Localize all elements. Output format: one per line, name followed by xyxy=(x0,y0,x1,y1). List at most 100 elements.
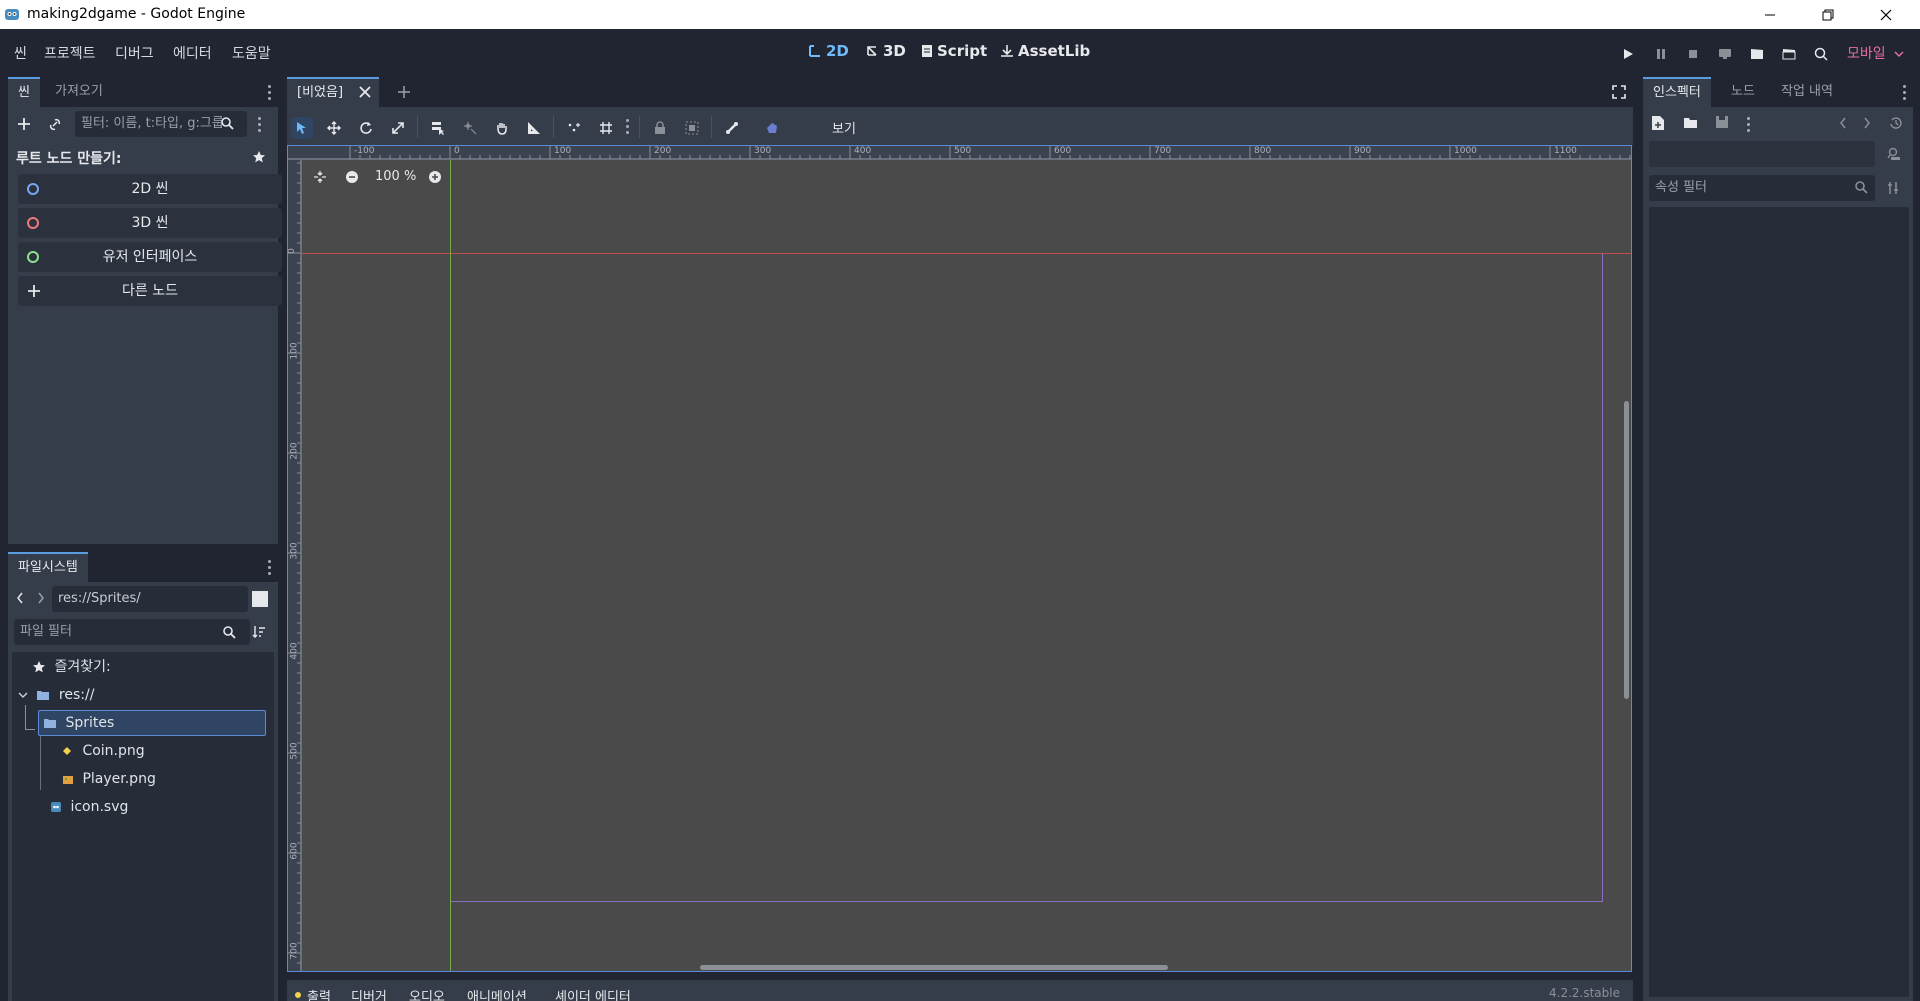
window-title-bar[interactable]: making2dgame - Godot Engine xyxy=(0,0,1920,29)
minimize-button[interactable] xyxy=(1742,0,1798,29)
scene-dock-menu-icon[interactable] xyxy=(268,85,272,103)
movie-maker-button[interactable] xyxy=(1810,44,1832,64)
ruler-tool[interactable] xyxy=(523,117,545,139)
link-icon[interactable] xyxy=(48,117,62,131)
bottom-tab-output[interactable]: 출력 xyxy=(307,986,331,1001)
view-menu[interactable]: 보기 xyxy=(832,118,856,137)
file-filter-input[interactable]: 파일 필터 xyxy=(14,619,250,645)
open-folder-icon[interactable] xyxy=(1683,116,1699,130)
history-back-icon[interactable] xyxy=(1839,117,1847,129)
ruler-label: 800 xyxy=(1254,146,1272,156)
skeleton-tool[interactable] xyxy=(721,117,743,139)
mode-assetlib-button[interactable]: AssetLib xyxy=(1000,42,1090,60)
create-2d-scene-button[interactable]: 2D 씬 xyxy=(18,174,282,204)
scene-options-icon[interactable] xyxy=(258,117,262,135)
back-arrow-icon[interactable] xyxy=(16,592,24,604)
file-item-player[interactable]: Player.png xyxy=(62,766,156,792)
maximize-button[interactable] xyxy=(1800,0,1856,29)
run-current-scene-button[interactable] xyxy=(1746,44,1768,64)
ruler-label: 100 xyxy=(289,342,300,360)
smart-snap-toggle[interactable] xyxy=(563,117,585,139)
zoom-out-icon[interactable] xyxy=(345,170,359,184)
forward-arrow-icon[interactable] xyxy=(37,592,45,604)
split-view-icon[interactable] xyxy=(252,591,268,607)
menu-project[interactable]: 프로젝트 xyxy=(44,43,96,63)
remote-debug-button[interactable] xyxy=(1714,44,1736,64)
scene-tabs-bar: [비었음] xyxy=(287,77,1633,107)
tab-node[interactable]: 노드 xyxy=(1721,77,1765,107)
close-tab-icon[interactable] xyxy=(359,86,371,98)
bottom-tab-debugger[interactable]: 디버거 xyxy=(351,986,387,1001)
add-tab-icon[interactable] xyxy=(397,85,411,99)
favorite-star-icon[interactable] xyxy=(252,150,266,164)
mode-script-button[interactable]: Script xyxy=(921,42,987,60)
lock-tool[interactable] xyxy=(649,117,671,139)
ruler-label: 0 xyxy=(287,248,297,254)
bottom-tab-animation[interactable]: 애니메이션 xyxy=(467,986,527,1001)
file-item-coin[interactable]: Coin.png xyxy=(62,738,145,764)
pivot-tool[interactable] xyxy=(459,117,481,139)
bottom-tab-shader-editor[interactable]: 셰이더 에디터 xyxy=(555,986,631,1001)
group-tool[interactable] xyxy=(681,117,703,139)
grid-snap-toggle[interactable] xyxy=(595,117,617,139)
close-window-button[interactable] xyxy=(1858,0,1914,29)
menu-editor[interactable]: 에디터 xyxy=(173,43,212,63)
menu-help[interactable]: 도움말 xyxy=(232,43,271,63)
tab-import[interactable]: 가져오기 xyxy=(45,77,113,107)
pan-tool[interactable] xyxy=(491,117,513,139)
distraction-free-icon[interactable] xyxy=(1612,85,1626,99)
add-node-icon[interactable] xyxy=(16,116,32,132)
tab-scene[interactable]: 씬 xyxy=(8,77,40,107)
doc-search-icon[interactable] xyxy=(1887,147,1901,161)
new-resource-icon[interactable] xyxy=(1651,115,1665,131)
vertical-scrollbar[interactable] xyxy=(1624,401,1629,699)
tools-icon[interactable] xyxy=(1887,181,1901,195)
scale-tool[interactable] xyxy=(387,117,409,139)
sort-icon[interactable] xyxy=(252,625,266,639)
property-filter-input[interactable]: 속성 필터 xyxy=(1649,175,1875,201)
tab-filesystem[interactable]: 파일시스템 xyxy=(8,552,88,582)
history-forward-icon[interactable] xyxy=(1863,117,1871,129)
zoom-level[interactable]: 100 % xyxy=(375,169,416,184)
run-custom-scene-button[interactable] xyxy=(1778,44,1800,64)
pause-button[interactable] xyxy=(1650,44,1672,64)
filesystem-menu-icon[interactable] xyxy=(268,560,272,578)
sprites-folder-item[interactable]: Sprites xyxy=(38,710,266,736)
favorites-item[interactable]: 즐겨찾기: xyxy=(32,654,111,680)
scene-dock-tabbar: 씬 가져오기 xyxy=(8,77,280,107)
tab-inspector[interactable]: 인스펙터 xyxy=(1643,77,1711,107)
horizontal-scrollbar[interactable] xyxy=(700,965,1168,970)
path-input[interactable]: res://Sprites/ xyxy=(52,586,248,612)
bottom-tab-audio[interactable]: 오디오 xyxy=(409,986,445,1001)
menu-scene[interactable]: 씬 xyxy=(14,43,27,63)
zoom-in-icon[interactable] xyxy=(428,170,442,184)
file-search-icon xyxy=(223,626,236,639)
create-3d-scene-button[interactable]: 3D 씬 xyxy=(18,208,282,238)
ruler-icon xyxy=(527,121,541,135)
tab-history[interactable]: 작업 내역 xyxy=(1771,77,1843,107)
other-node-button[interactable]: 다른 노드 xyxy=(18,276,282,306)
menu-debug[interactable]: 디버그 xyxy=(115,43,154,63)
ruler-label: 600 xyxy=(1054,146,1072,156)
resource-options-icon[interactable] xyxy=(1747,117,1751,135)
object-history-icon[interactable] xyxy=(1889,116,1903,130)
mode-2d-button[interactable]: 2D xyxy=(808,42,849,60)
inspector-menu-icon[interactable] xyxy=(1903,85,1907,103)
res-root-item[interactable]: res:// xyxy=(18,682,94,708)
mode-3d-button[interactable]: 3D xyxy=(865,42,906,60)
run-project-button[interactable] xyxy=(1617,44,1639,64)
canvas-viewport[interactable]: -100 0 100 200 300 400 500 600 700 800 9… xyxy=(287,145,1632,972)
stop-icon xyxy=(1687,48,1699,60)
rotate-tool[interactable] xyxy=(355,117,377,139)
save-icon[interactable] xyxy=(1715,115,1729,129)
file-item-icon-svg[interactable]: icon.svg xyxy=(50,794,128,820)
select-tool[interactable] xyxy=(291,117,313,139)
selectable-nodes-tool[interactable] xyxy=(427,117,449,139)
polygon-tool[interactable] xyxy=(761,117,783,139)
center-view-icon[interactable] xyxy=(313,170,327,184)
renderer-select[interactable]: 모바일 xyxy=(1847,43,1904,63)
stop-button[interactable] xyxy=(1682,44,1704,64)
create-ui-scene-button[interactable]: 유저 인터페이스 xyxy=(18,242,282,272)
snap-options-icon[interactable] xyxy=(626,119,630,137)
move-tool[interactable] xyxy=(323,117,345,139)
